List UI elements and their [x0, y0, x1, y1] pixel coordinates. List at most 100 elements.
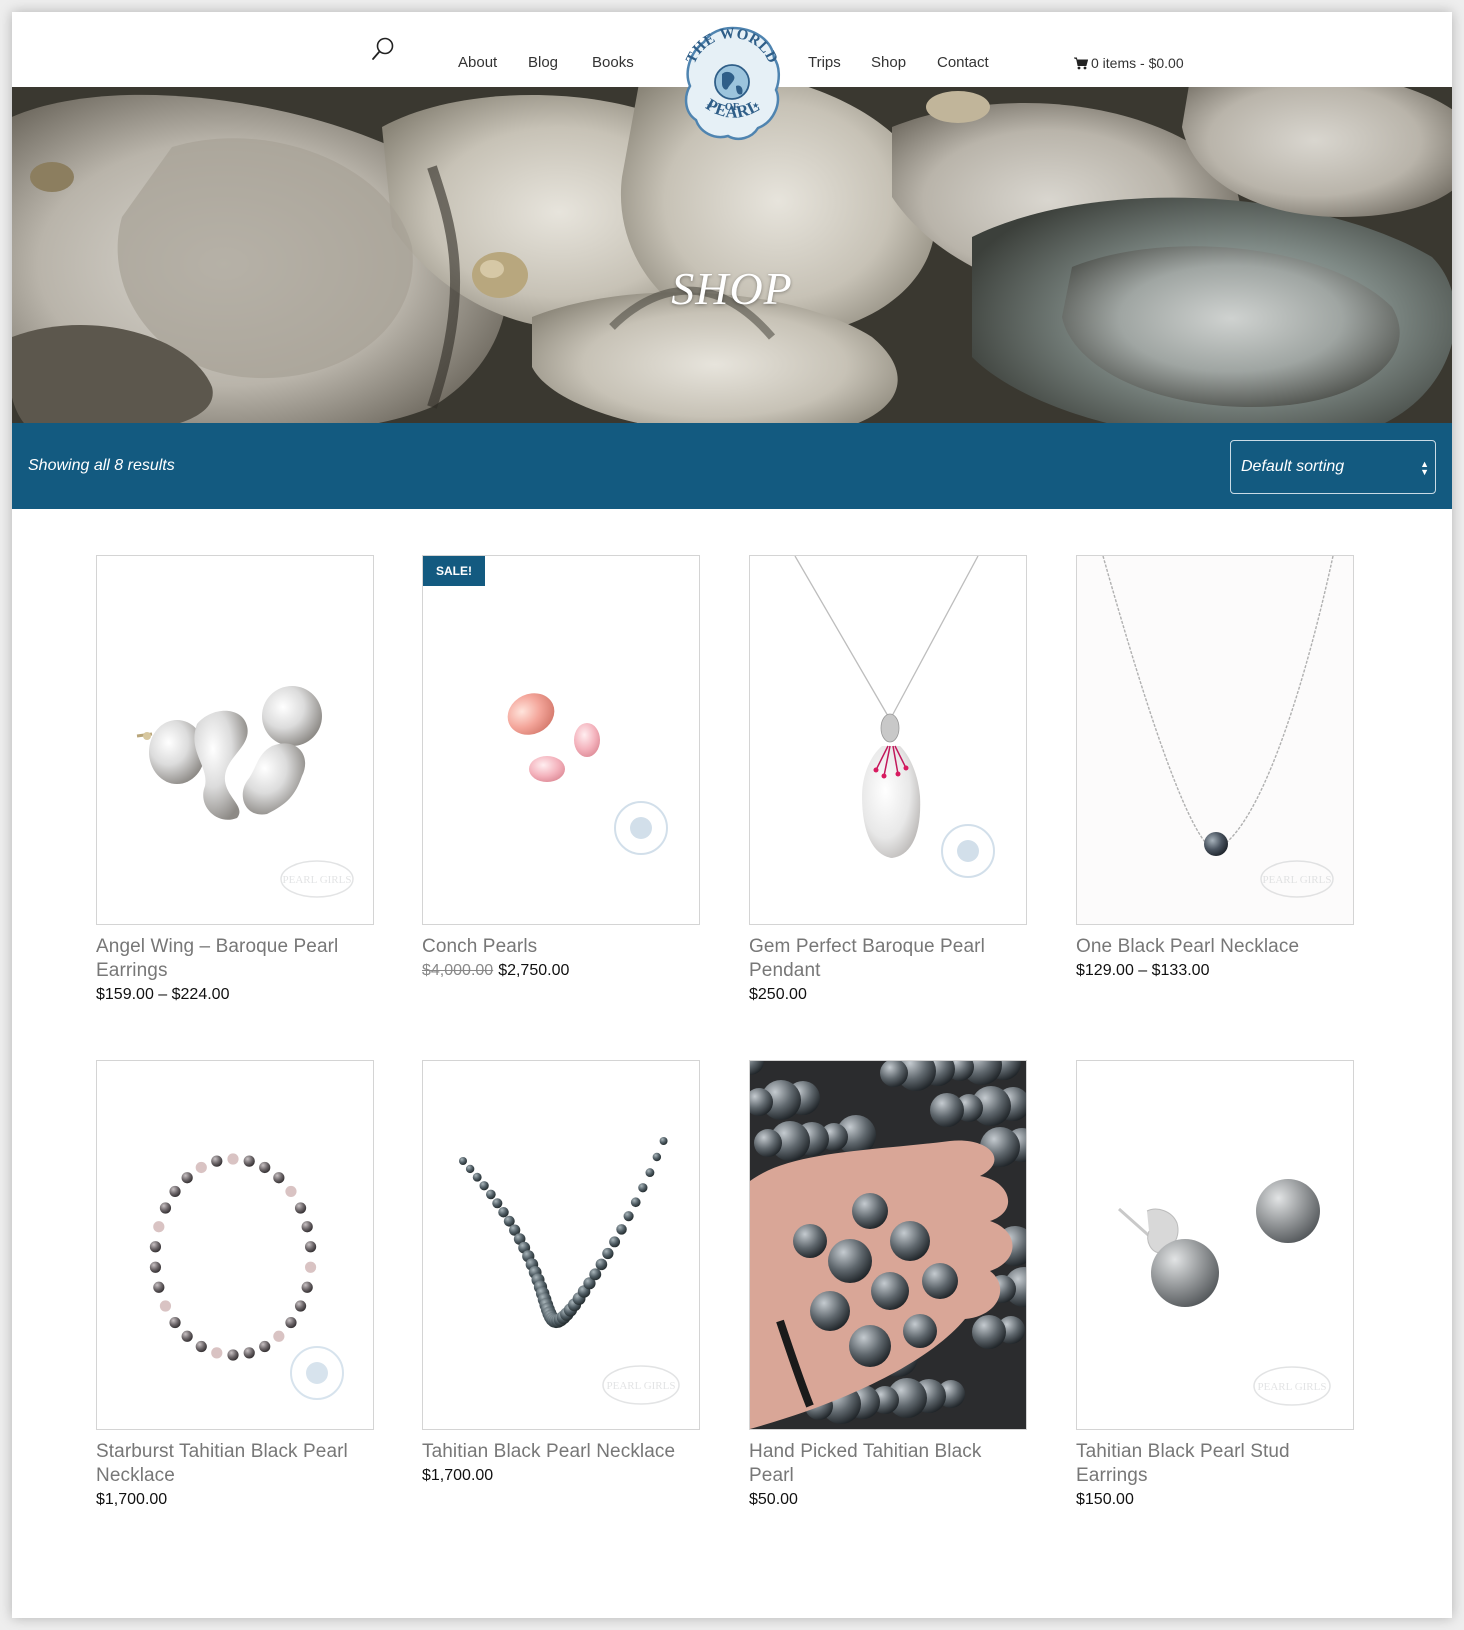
starburst-necklace-image: [149, 1153, 344, 1400]
nav-books[interactable]: Books: [592, 54, 634, 72]
product-title[interactable]: One Black Pearl Necklace: [1076, 935, 1354, 959]
hand-picked-pearls-image: [750, 1061, 1026, 1429]
pearl-bead: [479, 1181, 489, 1191]
pearl-bead: [465, 1164, 475, 1174]
pearl-bead: [623, 1211, 634, 1222]
pearl-bead: [852, 1193, 888, 1229]
pearl-bead: [301, 1221, 313, 1233]
pearl-bead: [195, 1161, 207, 1174]
product-image[interactable]: PEARL GIRLS: [1076, 555, 1354, 925]
product-image[interactable]: [96, 1060, 374, 1430]
nav-shop[interactable]: Shop: [871, 54, 906, 72]
product-title[interactable]: Hand Picked Tahitian Black Pearl: [749, 1440, 1027, 1488]
baroque-pendant-image: [794, 556, 995, 878]
product-title[interactable]: Angel Wing – Baroque Pearl Earrings: [96, 935, 374, 983]
product-card[interactable]: PEARL GIRLS Tahitian Black Pearl Stud Ea…: [1076, 1060, 1354, 1511]
pearl-bead: [211, 1155, 223, 1167]
svg-text:★: ★: [706, 101, 713, 110]
page-title: SHOP: [671, 263, 793, 314]
product-price: $4,000.00 $2,750.00: [422, 959, 700, 982]
product-price: $150.00: [1076, 1491, 1134, 1508]
pearl-bead: [849, 1325, 891, 1367]
old-price: $4,000.00: [422, 962, 494, 979]
pearl-bead: [890, 1221, 930, 1261]
product-card[interactable]: PEARL GIRLS One Black Pearl Necklace $12…: [1076, 555, 1354, 982]
product-card[interactable]: Hand Picked Tahitian Black Pearl $50.00: [749, 1060, 1027, 1511]
product-price: $250.00: [749, 986, 807, 1003]
product-price: $129.00 – $133.00: [1076, 962, 1210, 979]
site-logo[interactable]: THE WORLD OF PEARL ★ ★: [676, 22, 788, 144]
baroque-earrings-image: PEARL GIRLS: [136, 686, 354, 898]
pearl-bead: [149, 1261, 162, 1273]
svg-text:PEARL GIRLS: PEARL GIRLS: [283, 874, 352, 886]
product-image[interactable]: PEARL GIRLS: [96, 555, 374, 925]
sort-dropdown[interactable]: Default sorting ▲ ▼: [1230, 440, 1436, 494]
pearl-bead: [459, 1157, 467, 1165]
nav-trips[interactable]: Trips: [808, 54, 841, 72]
pearl-bead: [181, 1172, 193, 1184]
nav-about[interactable]: About: [458, 54, 497, 72]
product-card[interactable]: Starburst Tahitian Black Pearl Necklace …: [96, 1060, 374, 1511]
pearl-bead: [153, 1281, 165, 1293]
sort-selected-value: Default sorting: [1241, 458, 1345, 475]
pearl-bead: [930, 1093, 964, 1127]
nav-contact[interactable]: Contact: [937, 54, 989, 72]
pearl-bead: [149, 1241, 162, 1253]
cart-summary: 0 items - $0.00: [1091, 55, 1184, 71]
pearl-bead: [195, 1340, 207, 1353]
stud-earrings-image: PEARL GIRLS: [1118, 1179, 1331, 1406]
pearl-bead: [304, 1241, 317, 1253]
pearl-bead: [616, 1224, 627, 1235]
product-card[interactable]: PEARL GIRLS Tahitian Black Pearl Necklac…: [422, 1060, 700, 1487]
svg-text:PEARL GIRLS: PEARL GIRLS: [1258, 1381, 1327, 1393]
pearl-bead: [589, 1268, 602, 1281]
select-arrows-icon: ▲ ▼: [1420, 459, 1429, 477]
result-count: Showing all 8 results: [28, 457, 175, 474]
pearl-bead: [638, 1183, 648, 1193]
pearl-bead: [903, 1314, 937, 1348]
pearl-bead: [922, 1263, 958, 1299]
nav-blog[interactable]: Blog: [528, 54, 558, 72]
pearl-bead: [595, 1258, 608, 1271]
pearl-bead: [273, 1172, 285, 1184]
product-title[interactable]: Tahitian Black Pearl Necklace: [422, 1440, 700, 1464]
pearl-bead: [754, 1129, 782, 1157]
product-image[interactable]: PEARL GIRLS: [422, 1060, 700, 1430]
pearl-bead: [273, 1330, 285, 1342]
pearl-bead: [294, 1202, 307, 1214]
tahitian-necklace-image: PEARL GIRLS: [459, 1137, 680, 1405]
pearl-bead: [810, 1291, 850, 1331]
watermark-pearl-girls: PEARL GIRLS: [1260, 860, 1334, 898]
product-image[interactable]: [749, 1060, 1027, 1430]
pearl-bead: [294, 1300, 307, 1312]
pearl-bead: [652, 1152, 662, 1162]
pearl-bead: [492, 1198, 503, 1209]
product-card[interactable]: Gem Perfect Baroque Pearl Pendant $250.0…: [749, 555, 1027, 1006]
product-title[interactable]: Starburst Tahitian Black Pearl Necklace: [96, 1440, 374, 1488]
product-title[interactable]: Tahitian Black Pearl Stud Earrings: [1076, 1440, 1354, 1488]
pearl-bead: [972, 1315, 1006, 1349]
pearl-bead: [243, 1155, 255, 1167]
watermark-pearl-girls: PEARL GIRLS: [602, 1365, 680, 1405]
cart-link[interactable]: 0 items - $0.00: [1074, 54, 1184, 72]
product-image[interactable]: [749, 555, 1027, 925]
product-image[interactable]: SALE!: [422, 555, 700, 925]
svg-text:★: ★: [752, 101, 759, 110]
product-title[interactable]: Gem Perfect Baroque Pearl Pendant: [749, 935, 1027, 983]
pearl-bead: [153, 1221, 165, 1233]
search-icon[interactable]: [370, 34, 398, 64]
pearl-bead: [227, 1153, 239, 1165]
pearl-bead: [159, 1300, 172, 1312]
pearl-bead: [259, 1161, 271, 1174]
pearl-bead: [871, 1272, 909, 1310]
pearl-bead: [630, 1197, 641, 1208]
product-image[interactable]: PEARL GIRLS: [1076, 1060, 1354, 1430]
product-price: $1,700.00: [96, 1491, 168, 1508]
product-card[interactable]: SALE! Conch Pearls $4,000.00 $2,750.00: [422, 555, 700, 982]
conch-pearls-image: [507, 693, 668, 855]
pearl-bead: [498, 1206, 509, 1218]
pearl-bead: [486, 1189, 496, 1200]
product-card[interactable]: PEARL GIRLS Angel Wing – Baroque Pearl E…: [96, 555, 374, 1006]
product-title[interactable]: Conch Pearls: [422, 935, 700, 959]
watermark-world-of-pearl: [614, 801, 668, 855]
